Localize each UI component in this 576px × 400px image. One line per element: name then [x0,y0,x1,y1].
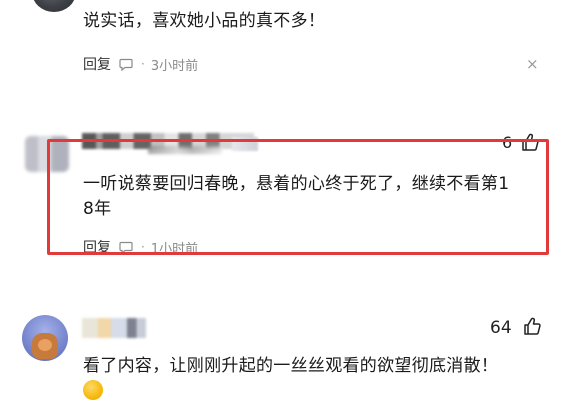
comment-text: 看了内容，让刚刚升起的一丝丝观看的欲望彻底消散！ [83,356,499,376]
thumbs-up-icon[interactable] [520,132,540,156]
comment-text-line: 一听说蔡要回归春晚，悬着的心终于死了，继续不看第1 [83,174,510,194]
commenter-name-blurred-detail [148,146,222,154]
commenter-badge-blurred [232,137,258,151]
reply-button[interactable]: 回复 [83,237,111,257]
like-count: 64 [490,318,512,338]
comment-timestamp: 1小时前 [150,241,199,257]
close-icon[interactable]: × [526,55,539,73]
comment-meta: 回复 · 1小时前 [83,237,199,257]
commenter-avatar[interactable] [22,315,68,361]
chat-bubble-icon[interactable] [119,58,133,71]
meta-separator: · [141,57,145,71]
commenter-avatar[interactable] [32,0,76,12]
comment-meta: 回复 · 3小时前 [83,54,199,74]
avatar-face [38,339,52,351]
comment-text: 说实话，喜欢她小品的真不多！ [83,11,326,31]
laughing-emoji-icon [83,380,103,400]
reply-button[interactable]: 回复 [83,54,111,74]
comment-timestamp: 3小时前 [150,58,199,74]
thumbs-up-icon[interactable] [522,316,542,340]
like-count: 6 [502,133,513,152]
commenter-name-blurred[interactable] [82,318,146,338]
chat-bubble-icon[interactable] [119,241,133,254]
commenter-avatar[interactable] [25,136,69,172]
comment-text-line: 8年 [83,199,112,219]
meta-separator: · [141,240,145,254]
